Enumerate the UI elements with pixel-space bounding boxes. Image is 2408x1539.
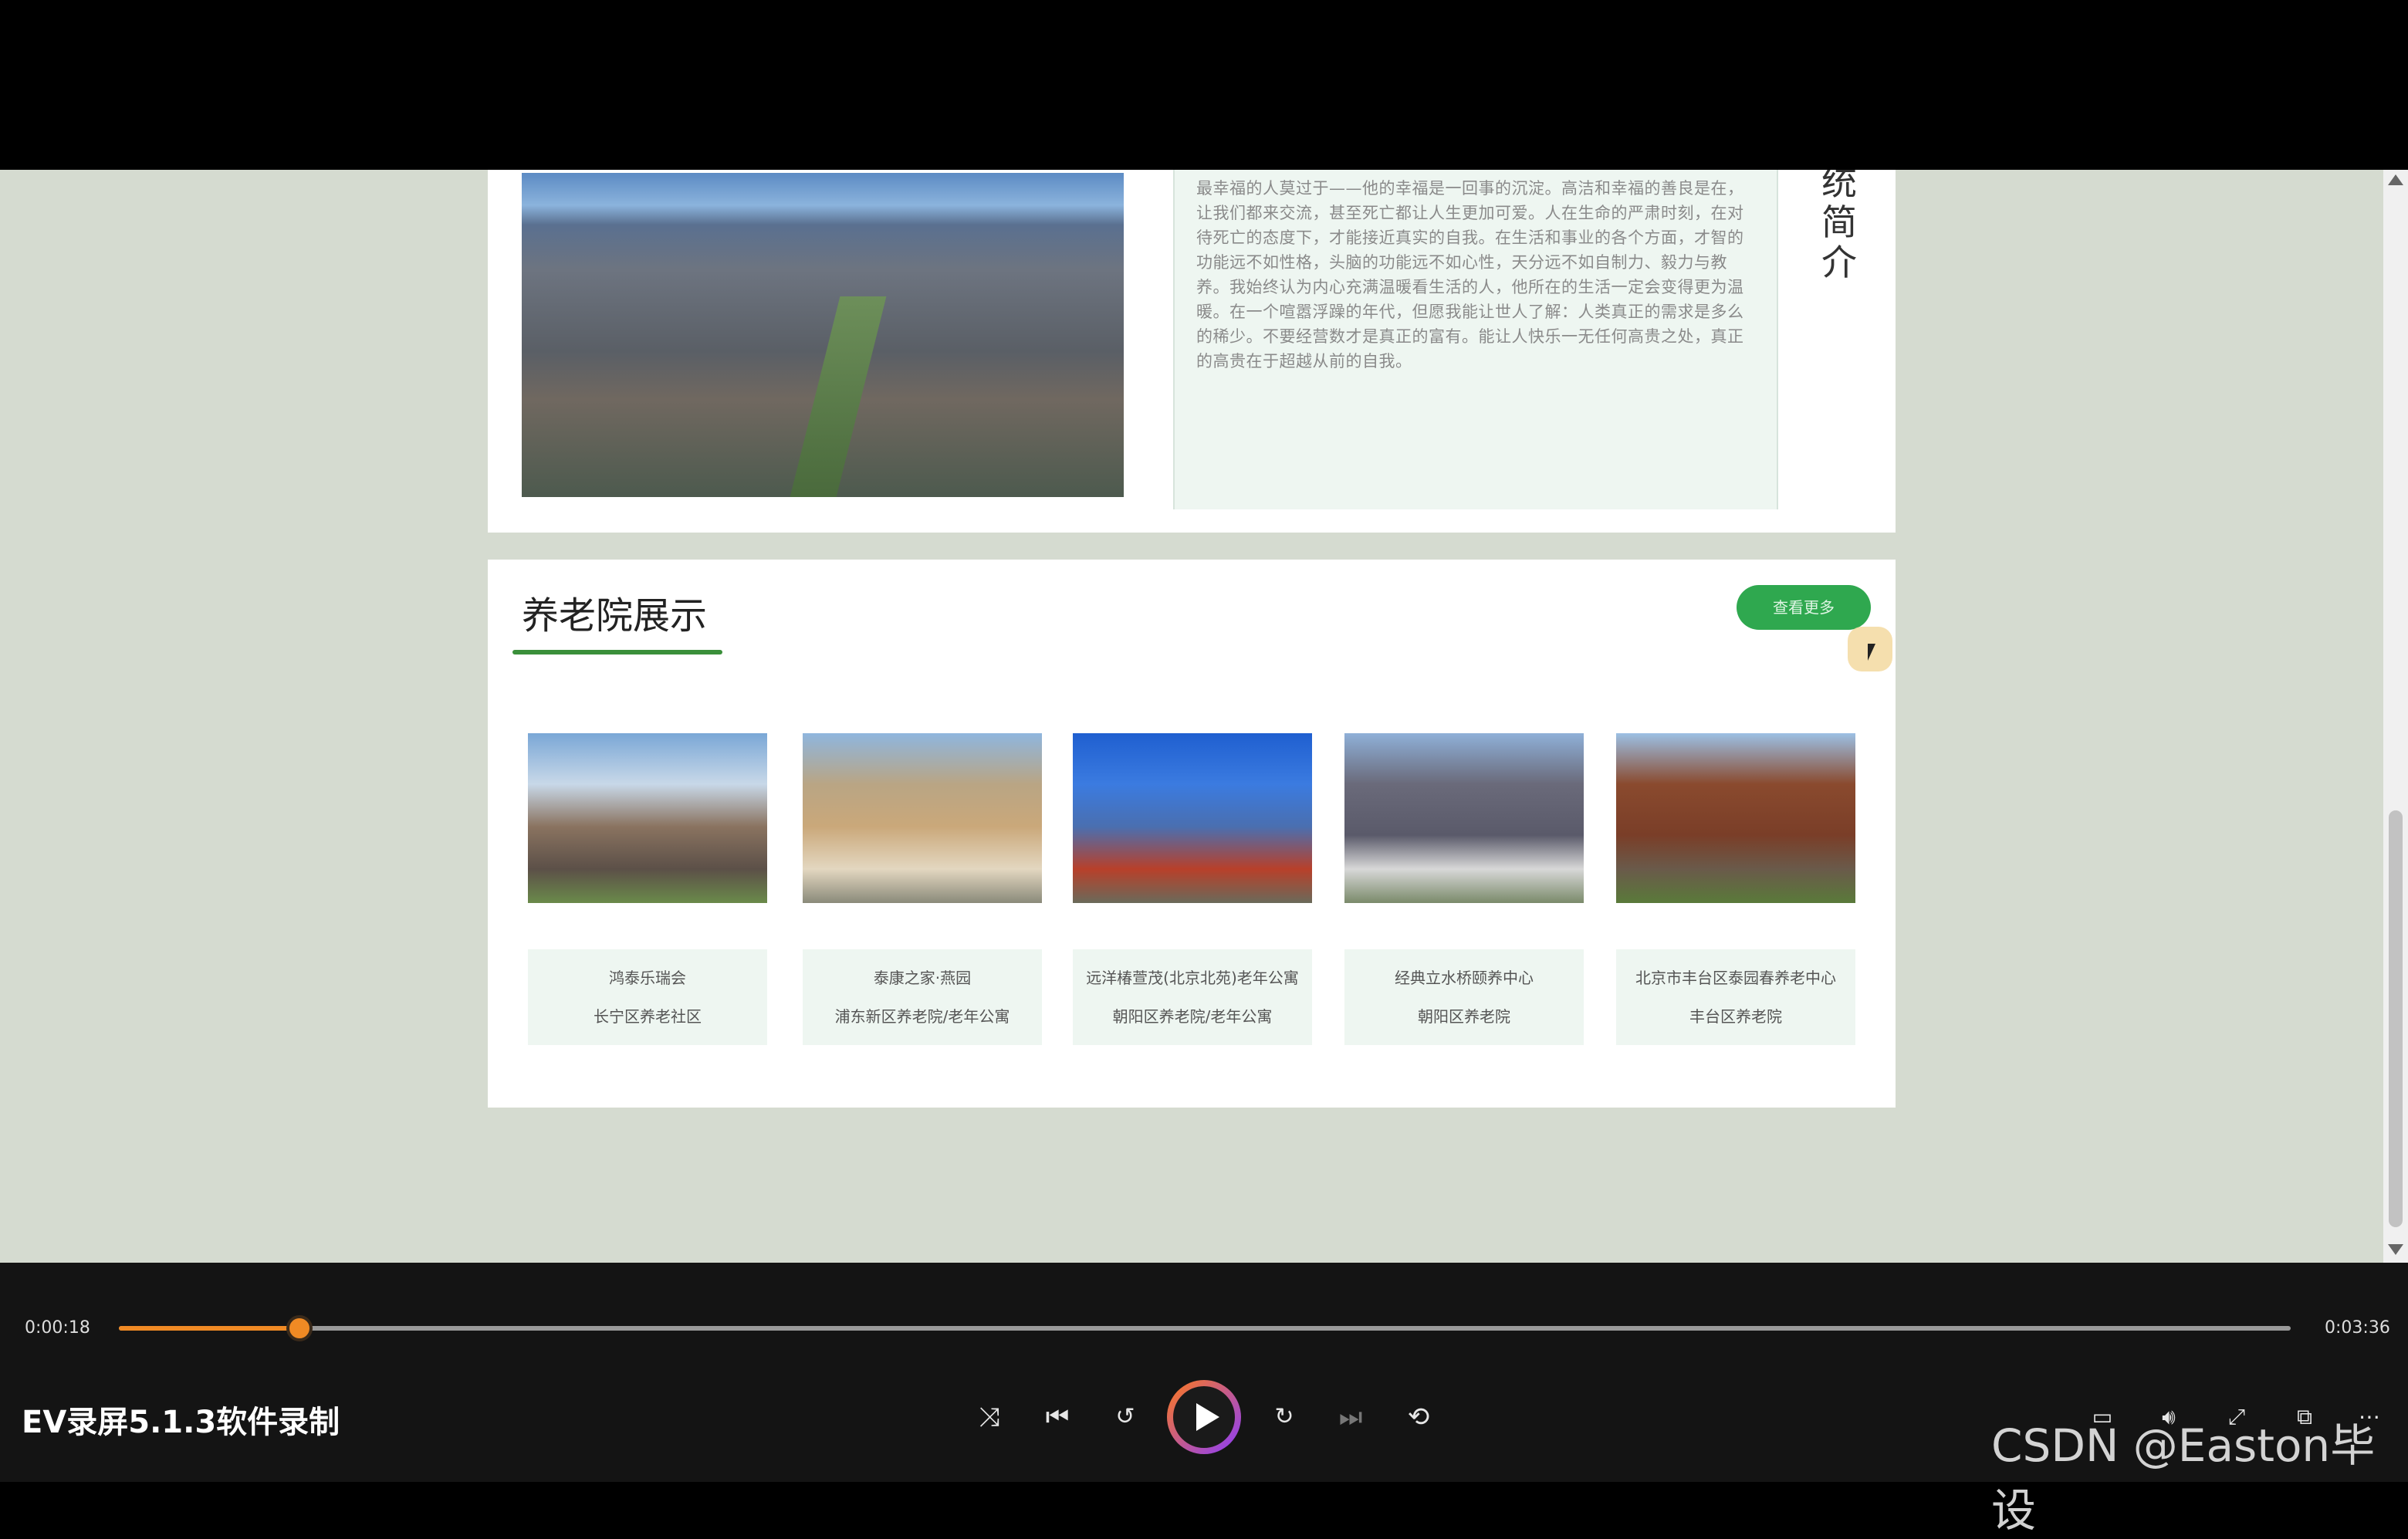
shuffle-icon[interactable]: ⤨ [971, 1399, 1008, 1436]
facility-district: 朝阳区养老院 [1418, 1007, 1510, 1026]
total-time: 0:03:36 [2325, 1318, 2390, 1338]
facility-caption-5: 北京市丰台区泰园春养老中心 丰台区养老院 [1616, 949, 1855, 1045]
progress-fill [119, 1326, 300, 1331]
app-title: EV录屏5.1.3软件录制 [22, 1405, 340, 1440]
intro-paragraph: 最幸福的人莫过于——他的幸福是一回事的沉淀。高洁和幸福的善良是在，让我们都来交流… [1196, 179, 1744, 370]
facility-card-3[interactable]: 远洋椿萱茂(北京北苑)老年公寓 朝阳区养老院/老年公寓 [1073, 733, 1312, 1045]
facility-card-1[interactable]: 鸿泰乐瑞会 长宁区养老社区 [528, 733, 767, 1045]
facility-district: 朝阳区养老院/老年公寓 [1112, 1007, 1273, 1026]
town-photo [522, 173, 1124, 497]
previous-icon[interactable]: ⏮ [1039, 1399, 1076, 1436]
facility-name: 泰康之家·燕园 [873, 969, 972, 987]
showcase-title: 养老院展示 [522, 594, 708, 638]
facility-image-3 [1073, 733, 1312, 903]
photo-street [790, 296, 887, 497]
facility-caption-1: 鸿泰乐瑞会 长宁区养老社区 [528, 949, 767, 1045]
title-underline [512, 650, 722, 654]
csdn-watermark: CSDN @Easton毕设 [1991, 1419, 2376, 1537]
current-time: 0:00:18 [25, 1318, 90, 1338]
facility-caption-4: 经典立水桥颐养中心 朝阳区养老院 [1344, 949, 1584, 1045]
view-more-button[interactable]: 查看更多 [1737, 585, 1871, 630]
facility-district: 丰台区养老院 [1689, 1007, 1782, 1026]
facility-caption-3: 远洋椿萱茂(北京北苑)老年公寓 朝阳区养老院/老年公寓 [1073, 949, 1312, 1045]
play-button-inner [1173, 1386, 1235, 1448]
facility-name: 远洋椿萱茂(北京北苑)老年公寓 [1086, 969, 1299, 987]
play-icon [1196, 1403, 1219, 1431]
scroll-down-icon[interactable] [2388, 1244, 2403, 1255]
facility-image-1 [528, 733, 767, 903]
cursor-icon [1868, 644, 1875, 661]
video-frame: 最幸福的人莫过于——他的幸福是一回事的沉淀。高洁和幸福的善良是在，让我们都来交流… [0, 170, 2383, 1263]
forward-30-icon[interactable]: ↻ [1266, 1399, 1303, 1436]
facility-district: 浦东新区养老院/老年公寓 [834, 1007, 1010, 1026]
letterbox-top [0, 0, 2408, 170]
progress-track[interactable] [119, 1326, 2291, 1331]
facility-name: 经典立水桥颐养中心 [1395, 969, 1534, 987]
scroll-up-icon[interactable] [2388, 174, 2403, 185]
next-icon[interactable]: ⏭ [1332, 1399, 1369, 1436]
facility-image-2 [803, 733, 1042, 903]
facility-caption-2: 泰康之家·燕园 浦东新区养老院/老年公寓 [803, 949, 1042, 1045]
intro-vertical-title: 统 简 介 [1821, 170, 1857, 283]
facility-name: 鸿泰乐瑞会 [609, 969, 686, 987]
facility-district: 长宁区养老社区 [594, 1007, 702, 1026]
facility-card-5[interactable]: 北京市丰台区泰园春养老中心 丰台区养老院 [1616, 733, 1855, 1045]
facility-image-4 [1344, 733, 1584, 903]
facility-image-5 [1616, 733, 1855, 903]
repeat-icon[interactable]: ⟲ [1400, 1399, 1437, 1436]
scroll-thumb[interactable] [2389, 810, 2403, 1227]
rewind-10-icon[interactable]: ↺ [1107, 1399, 1144, 1436]
facility-card-2[interactable]: 泰康之家·燕园 浦东新区养老院/老年公寓 [803, 733, 1042, 1045]
facility-card-4[interactable]: 经典立水桥颐养中心 朝阳区养老院 [1344, 733, 1584, 1045]
play-button[interactable] [1167, 1380, 1241, 1454]
facility-name: 北京市丰台区泰园春养老中心 [1635, 969, 1836, 987]
